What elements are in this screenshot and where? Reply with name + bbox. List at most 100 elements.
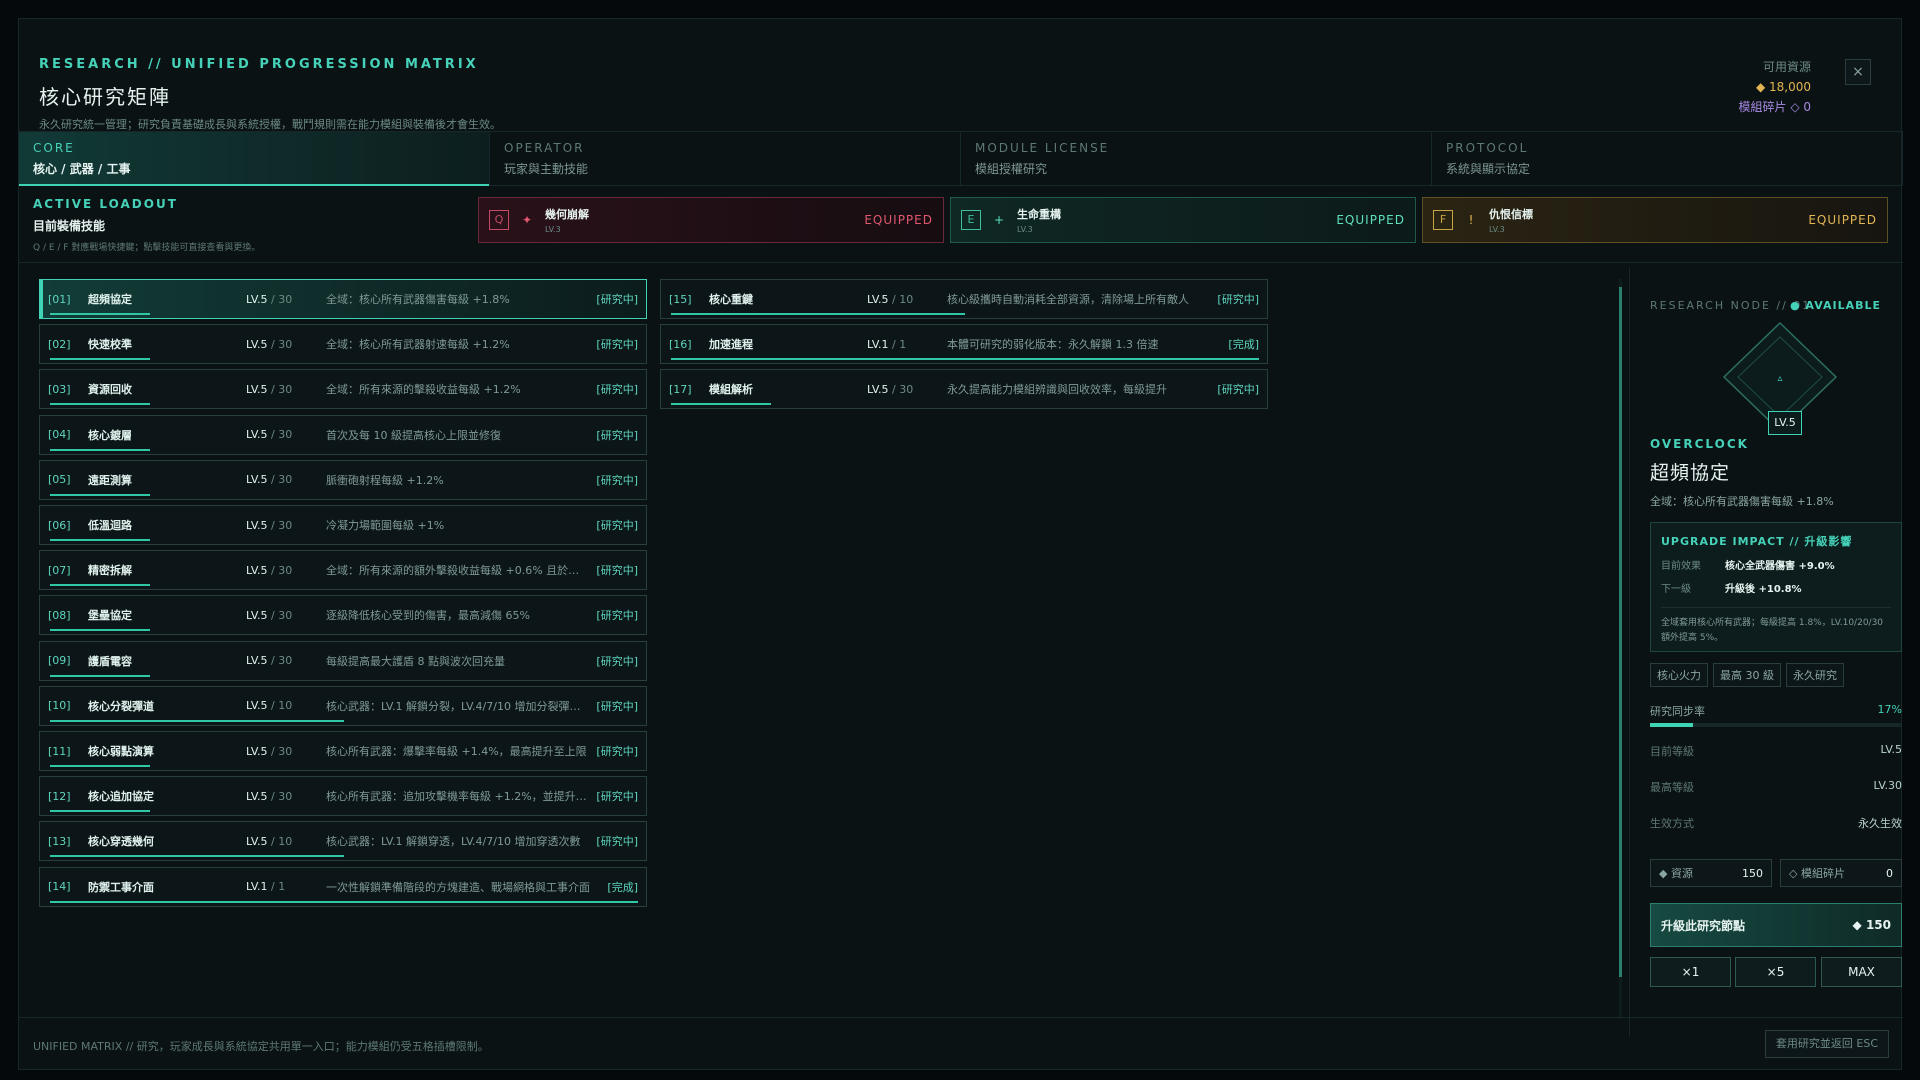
node-description: 全域：核心所有武器傷害每級 +1.8% xyxy=(326,293,510,306)
research-node-row[interactable]: [16] 加速進程 LV.1 / 1 本體可研究的弱化版本：永久解鎖 1.3 倍速 [完… xyxy=(660,324,1268,365)
research-node-row[interactable]: [06] 低溫迴路 LV.5 / 30 冷凝力場範圍每級 +1% [研究中] xyxy=(39,505,647,545)
node-progress-fill xyxy=(50,358,150,361)
hotkey-e: E xyxy=(961,210,981,230)
tab-core[interactable]: CORE 核心 / 武器 / 工事 xyxy=(19,132,490,186)
node-progress-fill xyxy=(50,900,638,903)
node-level-current: LV.5 xyxy=(867,382,889,396)
node-name: 模組解析 xyxy=(709,383,753,397)
research-node-row[interactable]: [05] 遠距測算 LV.5 / 30 脈衝砲射程每級 +1.2% [研究中] xyxy=(39,459,647,500)
node-level: LV.5 / 30 xyxy=(246,745,326,758)
tag-chip: 永久研究 xyxy=(1786,663,1844,687)
hotkey-f: F xyxy=(1433,210,1453,230)
node-level: LV.5 / 30 xyxy=(867,383,947,396)
multiplier-x5-button[interactable]: ×5 xyxy=(1735,957,1816,987)
node-status: [研究中] xyxy=(596,699,638,713)
research-panel: RESEARCH // UNIFIED PROGRESSION MATRIX 核… xyxy=(18,18,1903,1070)
node-level: LV.5 / 10 xyxy=(246,835,326,848)
node-name: 超頻協定 xyxy=(1650,462,1731,484)
close-button[interactable]: × xyxy=(1845,59,1871,85)
node-level-max: / 30 xyxy=(271,518,293,532)
research-node-row[interactable]: [11] 核心弱點演算 LV.5 / 30 核心所有武器：爆擊率每級 +1.4%，最高… xyxy=(39,731,647,771)
stat-value: 永久生效 xyxy=(1858,817,1902,830)
tab-protocol[interactable]: PROTOCOL 系統與顯示協定 xyxy=(1432,132,1903,185)
research-node-row[interactable]: [14] 防禦工事介面 LV.1 / 1 一次性解鎖準備階段的方塊建造、戰場網格與工事… xyxy=(39,866,647,907)
upgrade-node-button[interactable]: 升級此研究節點 ◆ 150 xyxy=(1650,903,1902,947)
node-level-max: / 30 xyxy=(892,382,914,396)
multiplier-x1-button[interactable]: ×1 xyxy=(1650,957,1731,987)
stat-effect-mode: 生效方式 永久生效 xyxy=(1650,815,1902,831)
tag-chip: 最高 30 級 xyxy=(1713,663,1781,687)
node-name: 精密拆解 xyxy=(88,564,132,578)
node-level: LV.5 / 30 xyxy=(246,338,326,351)
research-node-row[interactable]: [17] 模組解析 LV.5 / 30 永久提高能力模組辨識與回收效率，每級提升 [研究… xyxy=(660,369,1268,410)
research-node-row[interactable]: [15] 核心重鍵 LV.5 / 10 核心級攜時自動消耗全部資源，清除場上所有敵人[… xyxy=(660,279,1268,319)
node-description: 每級提高最大護盾 8 點與波次回充量 xyxy=(326,654,505,668)
research-node-row[interactable]: [08] 堡壘協定 LV.5 / 30 逐級降低核心受到的傷害，最高減傷 65% [研究… xyxy=(39,595,647,636)
skill-slot-e[interactable]: E + 生命重構 LV.3 EQUIPPED xyxy=(950,197,1416,243)
node-description: 全域：所有來源的額外擊殺收益每級 +0.6% 且於高階獲得加成 xyxy=(326,564,596,578)
research-node-row[interactable]: [13] 核心穿透幾何 LV.5 / 10 核心武器：LV.1 解鎖穿透，LV.4/7… xyxy=(39,821,647,862)
node-level: LV.5 / 30 xyxy=(246,293,326,306)
node-level-max: / 30 xyxy=(271,337,293,351)
tab-label-zh: 玩家與主動技能 xyxy=(504,162,589,176)
node-id: [11] xyxy=(48,744,71,758)
node-level-max: / 30 xyxy=(271,789,293,803)
sync-percent: 17% xyxy=(1877,703,1902,716)
sync-progress-bar xyxy=(1650,723,1902,727)
node-status: [研究中] xyxy=(596,790,638,804)
cost-label: ◆ 資源 xyxy=(1659,867,1693,880)
footer-text: UNIFIED MATRIX // 研究，玩家成長與系統協定共用單一入口；能力模… xyxy=(33,1040,489,1053)
research-node-row[interactable]: [07] 精密拆解 LV.5 / 30 全域：所有來源的額外擊殺收益每級 +0.6% … xyxy=(39,550,647,591)
research-node-row[interactable]: [02] 快速校準 LV.5 / 30 全域：核心所有武器射速每級 +1.2% [研究中… xyxy=(39,324,647,365)
node-level-current: LV.5 xyxy=(246,608,268,622)
tab-label-zh: 模組授權研究 xyxy=(975,162,1048,176)
node-status: [研究中] xyxy=(596,609,638,623)
node-status: [完成] xyxy=(1228,338,1259,352)
node-level-current: LV.5 xyxy=(246,292,268,306)
scrollbar[interactable] xyxy=(1619,279,1622,1019)
node-level-current: LV.1 xyxy=(867,337,889,351)
research-node-row[interactable]: [04] 核心鍍層 LV.5 / 30 首次及每 10 級提高核心上限並修復 [研究中] xyxy=(39,414,647,455)
research-node-row[interactable]: [09] 護盾電容 LV.5 / 30 每級提高最大護盾 8 點與波次回充量 [研究中] xyxy=(39,640,647,681)
skill-slot-f[interactable]: F ! 仇恨信標 LV.3 EQUIPPED xyxy=(1422,197,1888,243)
node-name: 低溫迴路 xyxy=(88,519,132,532)
node-status: [研究中] xyxy=(596,293,638,306)
node-level: LV.5 / 10 xyxy=(246,699,326,712)
node-description: 核心級攜時自動消耗全部資源，清除場上所有敵人 xyxy=(947,293,1189,306)
research-node-row[interactable]: [12] 核心追加協定 LV.5 / 30 核心所有武器：追加攻擊機率每級 +1.2%… xyxy=(39,776,647,817)
research-node-row[interactable]: [03] 資源回收 LV.5 / 30 全域：所有來源的擊殺收益每級 +1.2% [研究… xyxy=(39,369,647,410)
header: RESEARCH // UNIFIED PROGRESSION MATRIX 核… xyxy=(39,37,1881,137)
tab-module-license[interactable]: MODULE LICENSE 模組授權研究 xyxy=(961,132,1432,185)
node-level-max: / 10 xyxy=(271,699,293,713)
node-description: 脈衝砲射程每級 +1.2% xyxy=(326,473,444,487)
stat-value: LV.30 xyxy=(1873,779,1902,792)
node-name: 核心穿透幾何 xyxy=(88,835,154,849)
node-id: [15] xyxy=(669,292,692,306)
node-level: LV.5 / 30 xyxy=(246,790,326,803)
node-level-max: / 10 xyxy=(271,834,293,848)
next-level-label: 下一級 xyxy=(1661,584,1691,595)
current-effect-value: 核心全武器傷害 +9.0% xyxy=(1725,561,1835,572)
tab-operator[interactable]: OPERATOR 玩家與主動技能 xyxy=(490,132,961,185)
node-progress-fill xyxy=(50,448,150,451)
availability-badge: ● AVAILABLE xyxy=(1790,299,1881,312)
node-id: [12] xyxy=(48,789,71,803)
multiplier-max-button[interactable]: MAX xyxy=(1821,957,1902,987)
node-progress-fill xyxy=(671,403,771,406)
node-level: LV.5 / 30 xyxy=(246,383,326,396)
node-level-current: LV.5 xyxy=(246,382,268,396)
skill-name: 仇恨信標 xyxy=(1489,208,1533,221)
node-progress-fill xyxy=(50,810,150,813)
scrollbar-thumb[interactable] xyxy=(1619,287,1622,977)
node-status: [研究中] xyxy=(596,428,638,442)
skill-slot-q[interactable]: Q ✦ 幾何崩解 LV.3 EQUIPPED xyxy=(478,197,944,243)
node-id: [06] xyxy=(48,518,71,532)
research-node-row[interactable]: [01] 超頻協定 LV.5 / 30 全域：核心所有武器傷害每級 +1.8% [研究中… xyxy=(39,279,647,319)
research-node-row[interactable]: [10] 核心分裂彈道 LV.5 / 10 核心武器：LV.1 解鎖分裂，LV.4/7… xyxy=(39,685,647,726)
node-progress-fill xyxy=(50,719,344,722)
node-progress-fill xyxy=(50,855,344,858)
node-id: [13] xyxy=(48,834,71,848)
node-name: 遠距測算 xyxy=(88,473,132,487)
stat-label: 生效方式 xyxy=(1650,817,1694,830)
apply-return-button[interactable]: 套用研究並返回 ESC xyxy=(1764,1030,1889,1058)
